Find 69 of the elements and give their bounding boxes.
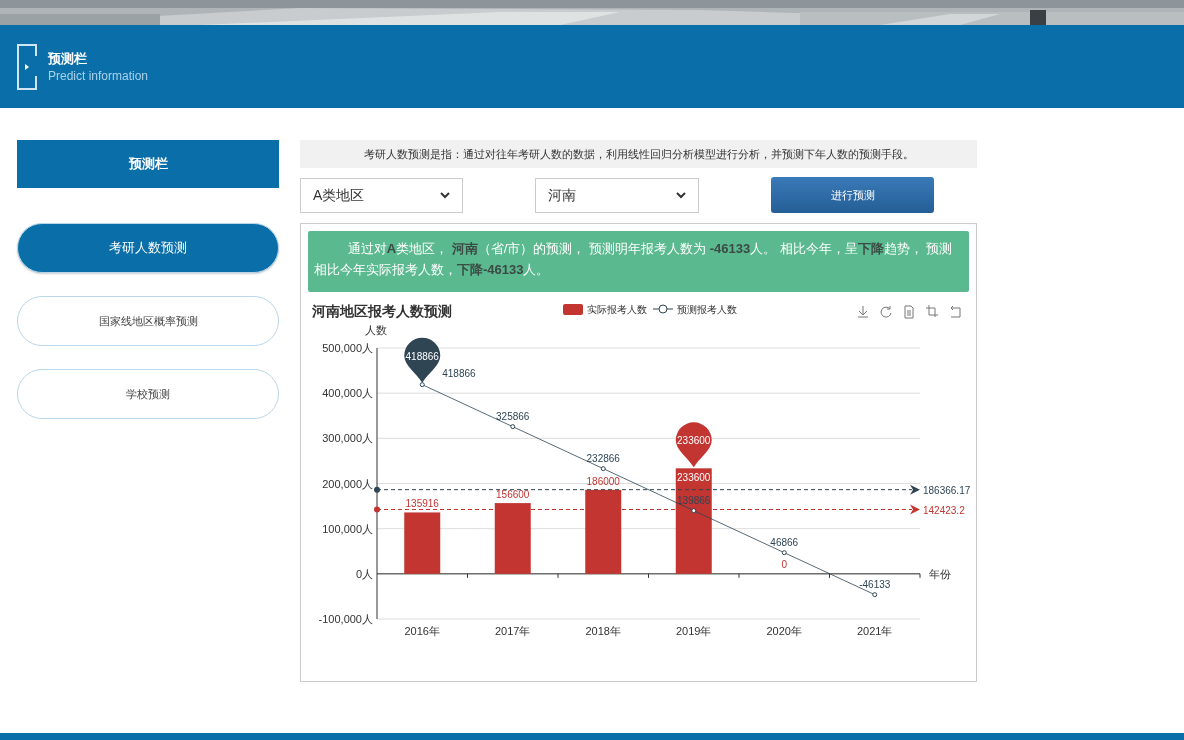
axis-label: 400,000人 xyxy=(322,387,373,400)
marker-label: 142423.2 xyxy=(923,504,965,516)
header-subtitle: Predict information xyxy=(48,67,149,84)
chart-title: 河南地区报考人数预测 xyxy=(312,303,452,319)
axis-label: 2019年 xyxy=(676,625,712,637)
data-label: 418866 xyxy=(442,367,476,379)
data-point[interactable] xyxy=(872,592,878,598)
pin-label: 233600 xyxy=(677,435,711,447)
axis-label: 2020年 xyxy=(766,625,802,637)
undo-icon[interactable] xyxy=(950,305,961,318)
axis-label: 500,000人 xyxy=(322,342,373,354)
axis-label: 0人 xyxy=(355,567,373,580)
arrow-icon xyxy=(910,484,920,495)
crop-icon[interactable] xyxy=(925,304,939,318)
bar[interactable] xyxy=(585,489,622,574)
marker-dot xyxy=(374,486,380,493)
data-point[interactable] xyxy=(691,508,697,514)
legend-line-icon[interactable] xyxy=(652,304,674,314)
marker-label: 186366.17 xyxy=(923,484,971,496)
header-title: 预测栏 xyxy=(48,49,88,68)
menu-item[interactable]: 学校预测 xyxy=(17,369,279,419)
pin-marker xyxy=(675,422,712,468)
data-label: 325866 xyxy=(496,410,530,422)
menu-item[interactable]: 国家线地区概率预测 xyxy=(17,296,279,346)
axis-label: 300,000人 xyxy=(322,432,373,445)
caret-icon xyxy=(17,43,37,90)
data-label: -46133 xyxy=(859,578,891,590)
data-point[interactable] xyxy=(600,466,606,472)
axis-title: 年份 xyxy=(929,567,951,580)
legend-label[interactable]: 实际报考人数 xyxy=(587,304,647,315)
province-select[interactable]: 河南 xyxy=(535,177,699,213)
legend-label[interactable]: 预测报考人数 xyxy=(677,304,737,315)
axis-label: 2018年 xyxy=(585,625,621,637)
chevron-icon xyxy=(440,191,450,199)
document-icon[interactable] xyxy=(904,305,914,319)
axis-label: 2021年 xyxy=(857,625,893,637)
axis-label: -100,000人 xyxy=(318,613,373,625)
bar[interactable] xyxy=(494,503,531,574)
sidebar-title: 预测栏 xyxy=(17,140,279,188)
data-label: 0 xyxy=(781,558,788,570)
pin-marker xyxy=(404,337,441,383)
data-point[interactable] xyxy=(781,550,787,556)
data-label: 156600 xyxy=(496,489,530,501)
intro-text: 考研人数预测是指：通过对往年考研人数的数据，利用线性回归分析模型进行分析，并预测下年人数的预测手段。 xyxy=(300,140,977,168)
data-label: 233600 xyxy=(677,472,711,484)
axis-label: 2017年 xyxy=(495,625,531,637)
download-icon[interactable] xyxy=(857,305,869,318)
axis-label: 100,000人 xyxy=(322,522,373,535)
data-label: 232866 xyxy=(586,452,620,464)
data-label: 46866 xyxy=(770,536,799,548)
predict-button[interactable]: 进行预测 xyxy=(771,177,934,213)
data-label: 186000 xyxy=(586,475,620,487)
refresh-icon[interactable] xyxy=(880,305,892,318)
legend-swatch[interactable] xyxy=(563,304,583,315)
data-label: 135916 xyxy=(405,498,439,510)
data-point[interactable] xyxy=(510,424,516,430)
marker-dot xyxy=(374,506,380,513)
pin-label: 418866 xyxy=(405,350,439,362)
axis-label: 200,000人 xyxy=(322,477,373,490)
axis-label: 2016年 xyxy=(404,625,440,637)
chevron-icon xyxy=(676,191,686,199)
menu-item[interactable]: 考研人数预测 xyxy=(17,223,279,273)
arrow-icon xyxy=(910,504,920,515)
region-select[interactable]: A类地区 xyxy=(300,177,463,213)
axis-title: 人数 xyxy=(365,324,387,336)
data-point[interactable] xyxy=(419,382,425,388)
data-label: 139866 xyxy=(677,494,711,506)
bar[interactable] xyxy=(404,512,441,574)
result-message: 通过对A类地区， 河南（省/市）的预测， 预测明年报考人数为 -46133人。 相比今年，呈下降趋势， 预测相比今年实际报考人数，下降-46133人。 xyxy=(308,231,969,292)
